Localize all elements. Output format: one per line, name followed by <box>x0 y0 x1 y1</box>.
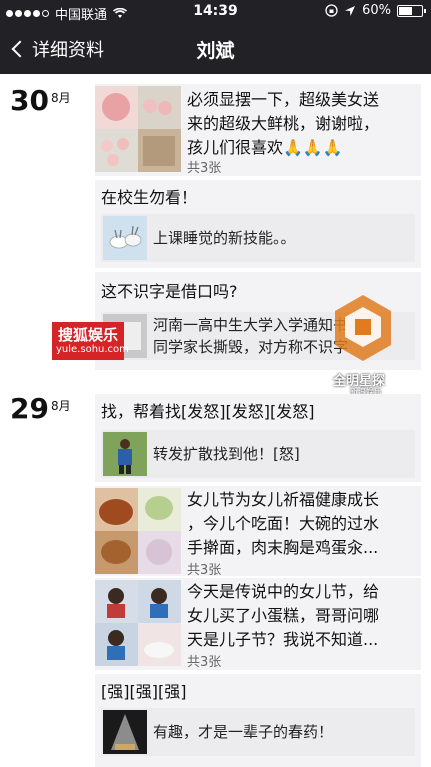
shared-link-card[interactable]: 有趣，才是一辈子的春药！ <box>101 708 415 756</box>
date-label: 29 8月 <box>10 392 71 425</box>
post-text: 女儿节为女儿祈福健康成长 ，今儿个吃面！大碗的过水 手擀面，肉末胸是鸡蛋汆... <box>187 490 380 557</box>
post-text: 找，帮着找[发怒][发怒][发怒] <box>101 402 315 421</box>
month-label: 8月 <box>50 91 71 105</box>
photo-count: 共3张 <box>187 563 222 578</box>
moment-post-find[interactable]: 找，帮着找[发怒][发怒][发怒] 转发扩散找到他！[怒] <box>95 394 421 482</box>
photo-count: 共3张 <box>187 655 222 670</box>
post-text: 今天是传说中的女儿节，给 女儿买了小蛋糕，哥哥问哪 天是儿子节？我说不知道... <box>187 582 380 649</box>
shared-link-thumbnail <box>103 216 147 260</box>
post-text: 这不识字是借口吗? <box>101 282 238 301</box>
shared-link-title: 有趣，才是一辈子的春药！ <box>153 723 334 741</box>
battery-icon <box>397 4 426 17</box>
battery-percent: 60% <box>362 3 391 18</box>
status-right: 60% <box>325 3 426 18</box>
shared-link-subtitle: 同学家长撕毁，对方称不识字 <box>153 338 349 356</box>
moment-post-daughter-2[interactable]: 今天是传说中的女儿节，给 女儿买了小蛋糕，哥哥问哪 天是儿子节？我说不知道...… <box>95 578 421 670</box>
photo-collage-thumbnail[interactable] <box>95 580 181 666</box>
day-number: 30 <box>10 84 49 117</box>
moment-post-school[interactable]: 在校生勿看！ 上课睡觉的新技能。。 <box>95 180 421 268</box>
post-text: 在校生勿看！ <box>101 188 198 207</box>
moment-post-daughter-1[interactable]: 女儿节为女儿祈福健康成长 ，今儿个吃面！大碗的过水 手擀面，肉末胸是鸡蛋汆...… <box>95 486 421 578</box>
post-text: 必须显摆一下，超级美女送 来的超级大鲜桃，谢谢啦， 孩儿们很喜欢🙏🙏🙏 <box>187 90 380 157</box>
month-label: 8月 <box>50 399 71 413</box>
photo-collage-thumbnail[interactable] <box>95 86 181 172</box>
date-label: 30 8月 <box>10 84 71 117</box>
moment-post-strong[interactable]: [强][强][强] 有趣，才是一辈子的春药！ <box>95 674 421 767</box>
photo-count: 共3张 <box>187 161 222 176</box>
moment-post-peach[interactable]: 必须显摆一下，超级美女送 来的超级大鲜桃，谢谢啦， 孩儿们很喜欢🙏🙏🙏 共3张 <box>95 84 421 176</box>
post-text: [强][强][强] <box>101 682 187 701</box>
navigation-bar: 详细资料 刘斌 <box>0 24 431 74</box>
brand-logo-icon <box>335 295 391 361</box>
shared-link-title: 上课睡觉的新技能。。 <box>153 229 296 247</box>
shared-link-card[interactable]: 转发扩散找到他！[怒] <box>101 430 415 478</box>
rotation-lock-icon <box>325 4 338 17</box>
shared-link-thumbnail <box>103 432 147 476</box>
location-arrow-icon <box>345 5 356 16</box>
shared-link-thumbnail <box>103 710 147 754</box>
sohu-watermark: 搜狐娱乐 yule.sohu.com <box>52 322 129 360</box>
shared-link-card[interactable]: 上课睡觉的新技能。。 <box>101 214 415 262</box>
shared-link-title: 转发扩散找到他！[怒] <box>153 445 300 463</box>
shared-link-title: 河南一高中生大学入学通知书被 <box>153 316 364 334</box>
photo-collage-thumbnail[interactable] <box>95 488 181 574</box>
page-title: 刘斌 <box>196 40 235 62</box>
day-number: 29 <box>10 392 49 425</box>
status-bar: 中国联通 14:39 60% <box>0 0 431 24</box>
